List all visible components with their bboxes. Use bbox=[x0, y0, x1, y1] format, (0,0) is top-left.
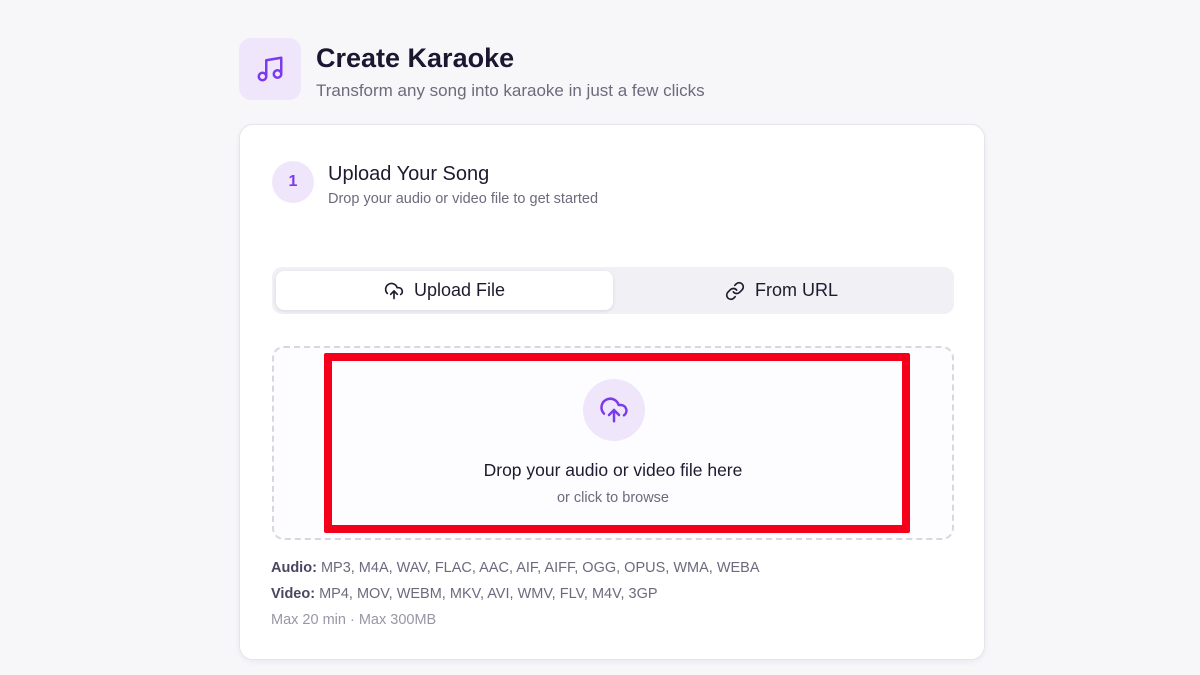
video-formats-label: Video: bbox=[271, 586, 316, 602]
upload-card: 1 Upload Your Song Drop your audio or vi… bbox=[239, 124, 985, 660]
video-formats-list: MP4, MOV, WEBM, MKV, AVI, WMV, FLV, M4V,… bbox=[319, 586, 658, 602]
tab-from-url[interactable]: From URL bbox=[613, 271, 950, 310]
header-text: Create Karaoke Transform any song into k… bbox=[316, 41, 705, 101]
header: Create Karaoke Transform any song into k… bbox=[239, 38, 705, 101]
page: Create Karaoke Transform any song into k… bbox=[0, 0, 1200, 675]
source-tabs: Upload File From URL bbox=[272, 267, 954, 314]
tab-from-url-label: From URL bbox=[754, 280, 838, 300]
step-header: 1 Upload Your Song Drop your audio or vi… bbox=[272, 161, 598, 207]
step-subtitle: Drop your audio or video file to get sta… bbox=[328, 191, 599, 207]
supported-formats: Audio: MP3, M4A, WAV, FLAC, AAC, AIF, AI… bbox=[271, 559, 760, 637]
upload-limits: Max 20 min · Max 300MB bbox=[271, 612, 437, 628]
cloud-upload-icon bbox=[384, 282, 404, 299]
dropzone-browse-hint: or click to browse bbox=[556, 490, 669, 506]
page-title: Create Karaoke bbox=[316, 43, 515, 73]
file-dropzone[interactable]: Drop your audio or video file here or cl… bbox=[272, 346, 954, 540]
step-text: Upload Your Song Drop your audio or vide… bbox=[328, 161, 598, 207]
step-title: Upload Your Song bbox=[328, 163, 490, 185]
video-formats: Video: MP4, MOV, WEBM, MKV, AVI, WMV, FL… bbox=[271, 585, 760, 611]
audio-formats-label: Audio: bbox=[271, 560, 317, 576]
tab-upload-file-label: Upload File bbox=[413, 280, 506, 300]
cloud-upload-icon bbox=[583, 379, 645, 441]
page-subtitle: Transform any song into karaoke in just … bbox=[316, 81, 705, 100]
link-icon bbox=[725, 281, 745, 300]
dropzone-title: Drop your audio or video file here bbox=[483, 460, 743, 480]
audio-formats: Audio: MP3, M4A, WAV, FLAC, AAC, AIF, AI… bbox=[271, 559, 760, 585]
tab-upload-file[interactable]: Upload File bbox=[276, 271, 613, 310]
music-note-icon bbox=[239, 38, 301, 100]
audio-formats-list: MP3, M4A, WAV, FLAC, AAC, AIF, AIFF, OGG… bbox=[320, 560, 760, 576]
step-number-badge: 1 bbox=[272, 161, 314, 203]
